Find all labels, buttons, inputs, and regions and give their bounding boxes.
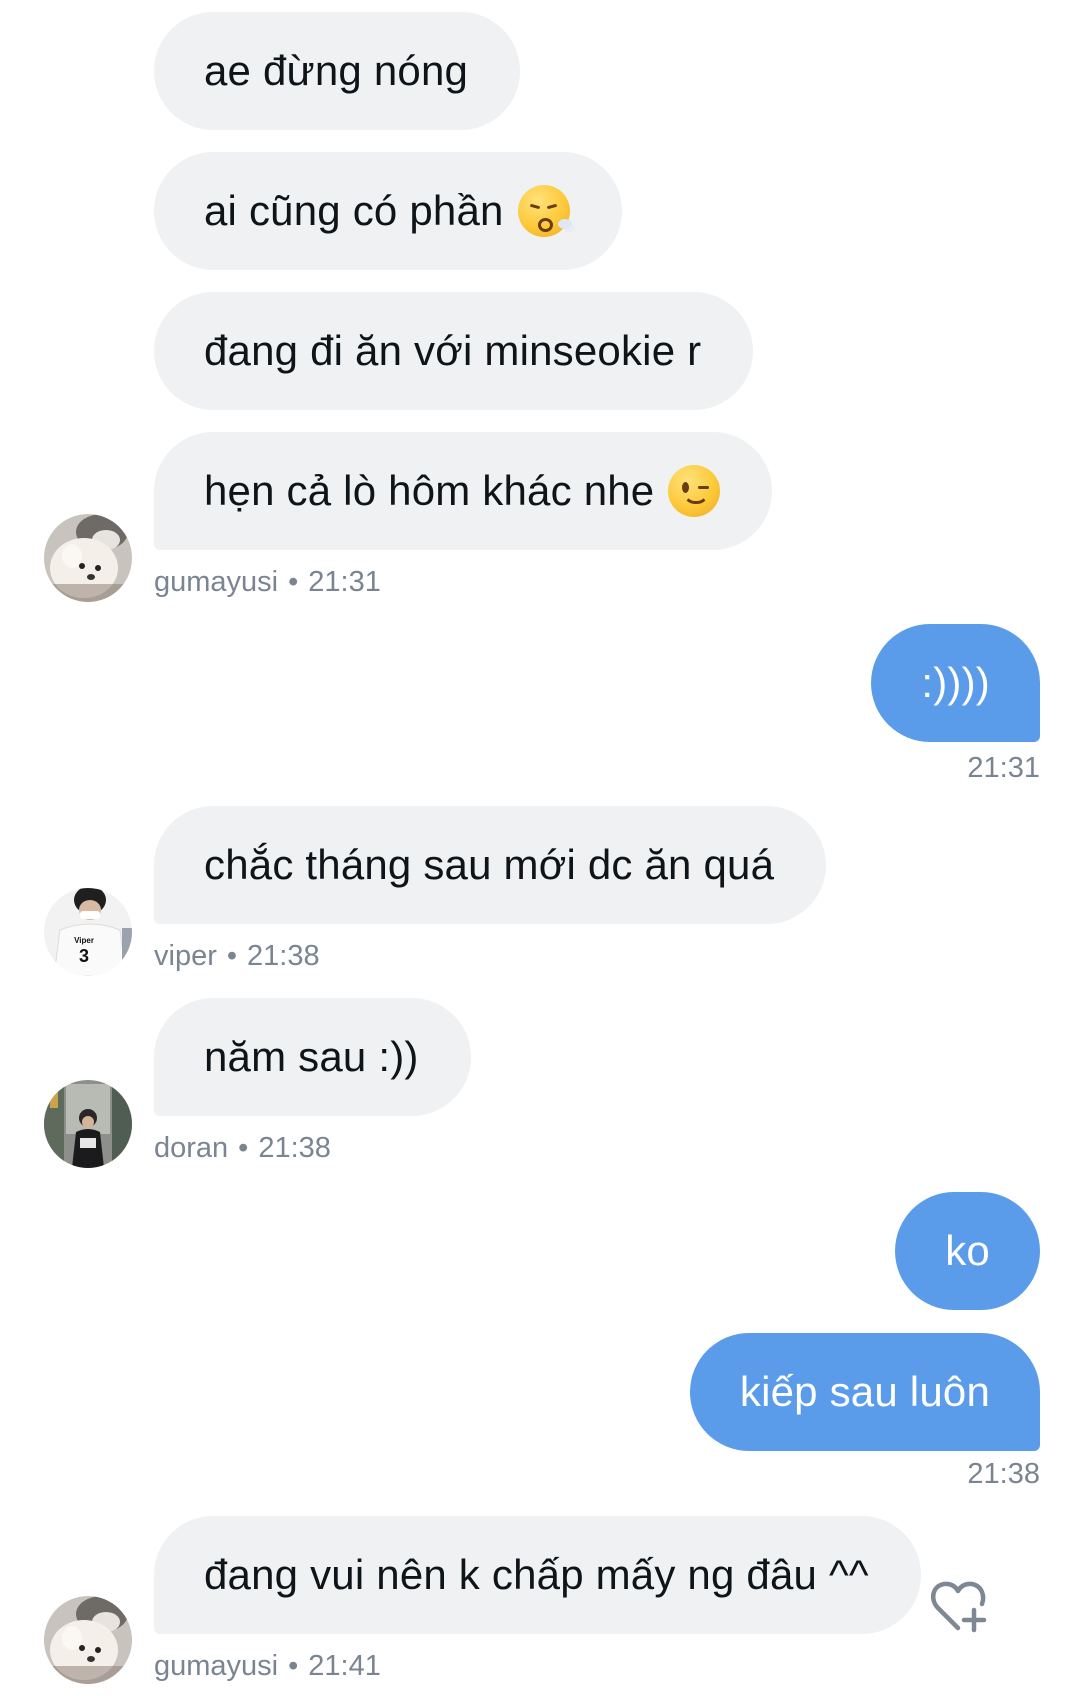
winking-face-emoji xyxy=(668,465,721,517)
separator-dot: • xyxy=(226,940,238,972)
timestamp: 21:31 xyxy=(967,752,1040,784)
separator-dot: • xyxy=(288,566,299,598)
timestamp: 21:31 xyxy=(308,566,381,598)
avatar-viper[interactable]: Viper 3 xyxy=(44,888,132,976)
outgoing-message-bubble[interactable]: :)))) xyxy=(871,624,1040,742)
incoming-message-bubble[interactable]: năm sau :)) xyxy=(154,998,471,1116)
face-exhaling-emoji xyxy=(517,185,572,237)
avatar-gumayusi[interactable] xyxy=(44,514,132,602)
message-text: hẹn cả lò hôm khác nhe xyxy=(204,467,655,514)
incoming-message-bubble[interactable]: đang vui nên k chấp mấy ng đâu ^^ xyxy=(154,1516,921,1634)
incoming-message-bubble[interactable]: hẹn cả lò hôm khác nhe xyxy=(154,432,773,550)
message-text: ae đừng nóng xyxy=(204,47,469,94)
incoming-message-bubble[interactable]: ae đừng nóng xyxy=(154,12,521,130)
outgoing-message-bubble[interactable]: ko xyxy=(895,1192,1040,1310)
message-text: kiếp sau luôn xyxy=(739,1368,990,1415)
message-text: :)))) xyxy=(921,659,990,706)
incoming-message-bubble[interactable]: ai cũng có phần xyxy=(154,152,622,270)
avatar-gumayusi[interactable] xyxy=(44,1596,132,1684)
message-text: ai cũng có phần xyxy=(204,187,504,234)
jersey-number: 3 xyxy=(79,946,89,966)
timestamp: 21:38 xyxy=(258,1132,331,1164)
message-text: đang vui nên k chấp mấy ng đâu ^^ xyxy=(204,1551,869,1598)
incoming-message-bubble[interactable]: đang đi ăn với minseokie r xyxy=(154,292,754,410)
message-meta: doran • 21:38 xyxy=(154,1132,331,1165)
message-text: ko xyxy=(945,1227,990,1274)
incoming-message-bubble[interactable]: chắc tháng sau mới dc ăn quá xyxy=(154,806,827,924)
message-text: năm sau :)) xyxy=(204,1033,419,1080)
separator-dot: • xyxy=(288,1650,299,1682)
react-heart-plus-icon[interactable] xyxy=(928,1576,992,1634)
sender-name[interactable]: doran xyxy=(154,1132,228,1164)
avatar-doran[interactable] xyxy=(44,1080,132,1168)
timestamp: 21:38 xyxy=(967,1458,1040,1490)
message-meta: gumayusi • 21:41 xyxy=(154,1650,381,1683)
message-text: đang đi ăn với minseokie r xyxy=(204,327,702,374)
message-meta: viper • 21:38 xyxy=(154,940,320,973)
sender-name[interactable]: gumayusi xyxy=(154,1650,278,1682)
timestamp: 21:38 xyxy=(247,940,320,972)
message-meta: gumayusi • 21:31 xyxy=(154,566,381,599)
sender-name[interactable]: viper xyxy=(154,940,217,972)
timestamp: 21:41 xyxy=(308,1650,381,1682)
outgoing-message-bubble[interactable]: kiếp sau luôn xyxy=(689,1333,1040,1451)
jersey-name: Viper xyxy=(74,936,94,945)
sender-name[interactable]: gumayusi xyxy=(154,566,278,598)
message-text: chắc tháng sau mới dc ăn quá xyxy=(204,841,775,888)
separator-dot: • xyxy=(238,1132,249,1164)
